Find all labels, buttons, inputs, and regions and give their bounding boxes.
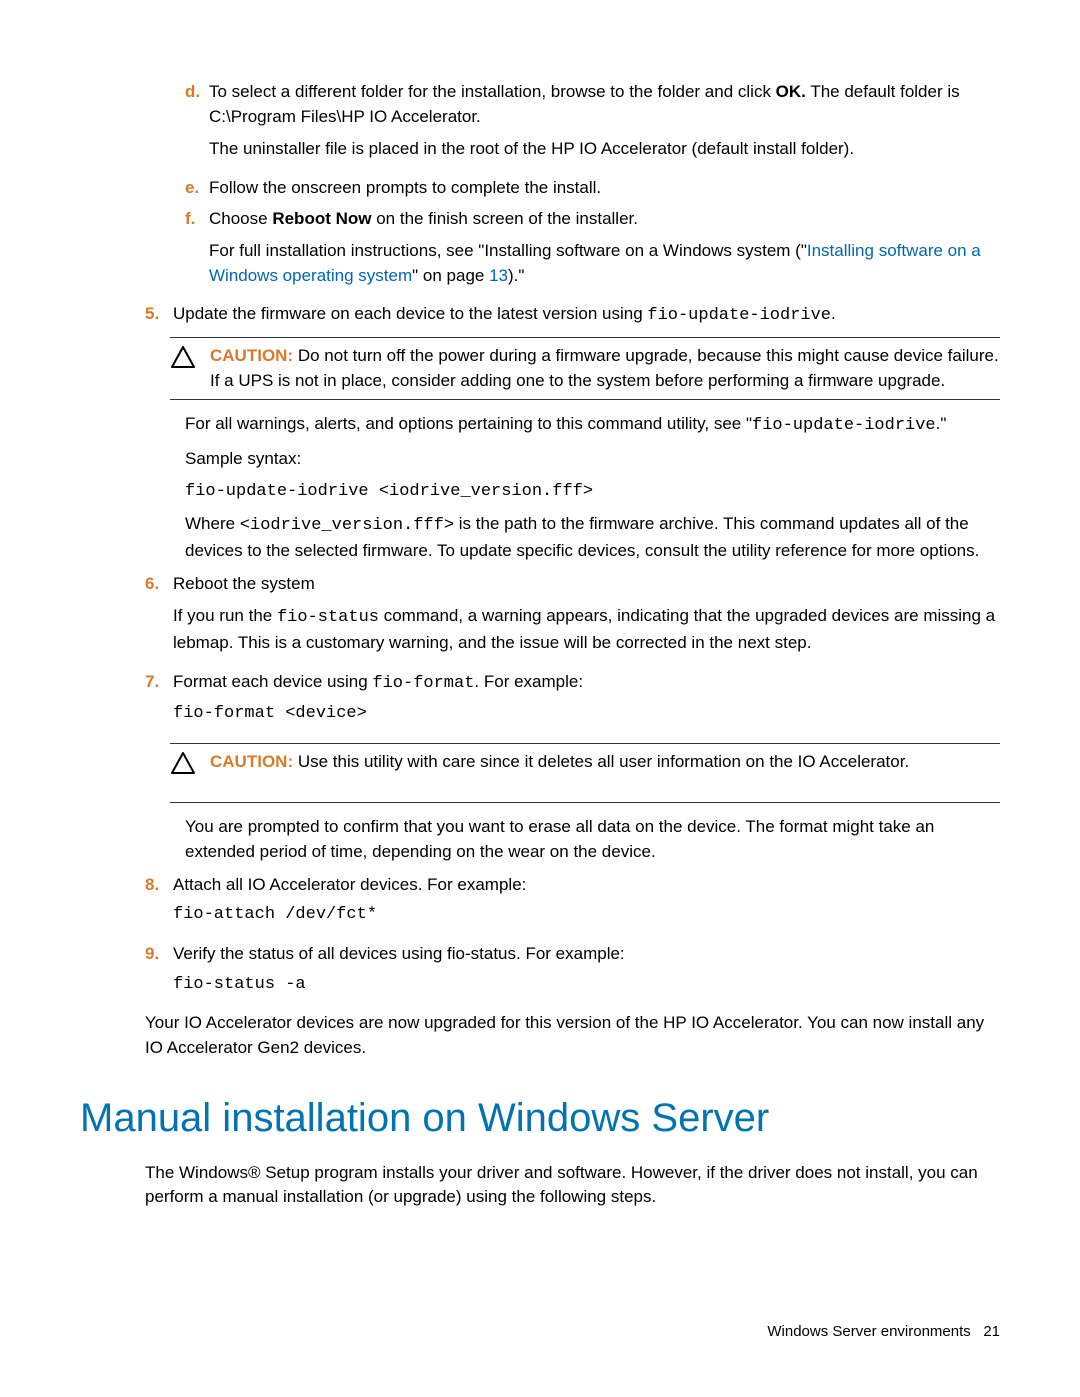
page-footer: Windows Server environments 21: [767, 1321, 1000, 1343]
caution-1-body: Do not turn off the power during a firmw…: [210, 346, 999, 390]
step-marker-5: 5.: [145, 302, 173, 327]
substep-d-line2: The uninstaller file is placed in the ro…: [209, 137, 1000, 162]
step-5-text: Update the firmware on each device to th…: [173, 302, 1000, 329]
s7-code: fio-format: [372, 674, 474, 693]
document-page: d. To select a different folder for the …: [0, 0, 1080, 1397]
caution-1-text: CAUTION: Do not turn off the power durin…: [210, 344, 1000, 393]
caution-1: CAUTION: Do not turn off the power durin…: [170, 337, 1000, 400]
substep-f: f. Choose Reboot Now on the finish scree…: [185, 207, 1000, 297]
s5b-l4-pre: Where: [185, 514, 240, 533]
substep-d: d. To select a different folder for the …: [185, 80, 1000, 170]
caution-2-label: CAUTION:: [210, 752, 293, 771]
step-9-code: fio-status -a: [173, 973, 1000, 998]
caution-2-text: CAUTION: Use this utility with care sinc…: [210, 750, 1000, 775]
caution-1-label: CAUTION:: [210, 346, 293, 365]
step-8-code: fio-attach /dev/fct*: [173, 903, 1000, 928]
s6-body-pre: If you run the: [173, 606, 277, 625]
substep-d-text-pre: To select a different folder for the ins…: [209, 82, 776, 101]
s9-line: Verify the status of all devices using f…: [173, 944, 625, 963]
substep-f-post: on the finish screen of the installer.: [371, 209, 638, 228]
closing-paragraph: Your IO Accelerator devices are now upgr…: [145, 1011, 1000, 1060]
step-marker-8: 8.: [145, 873, 173, 898]
step-5-body-l1: For all warnings, alerts, and options pe…: [185, 412, 1000, 439]
step-marker-9: 9.: [145, 942, 173, 967]
substep-marker-d: d.: [185, 80, 209, 105]
substep-f-pre: Choose: [209, 209, 272, 228]
step-5-pre: Update the firmware on each device to th…: [173, 304, 647, 323]
caution-2: CAUTION: Use this utility with care sinc…: [170, 743, 1000, 803]
link-page-13[interactable]: 13: [489, 266, 508, 285]
s5b-l1-post: .": [936, 414, 947, 433]
warning-triangle-icon: [170, 346, 196, 368]
s5b-l4-code: <iodrive_version.fff>: [240, 516, 454, 535]
caution-2-body: Use this utility with care since it dele…: [293, 752, 909, 771]
step-6: 6. Reboot the system If you run the fio-…: [145, 572, 1000, 664]
step-5-body-l3: fio-update-iodrive <iodrive_version.fff>: [185, 480, 1000, 505]
substep-f-l2-end: ).": [508, 266, 524, 285]
step-5-body-l4: Where <iodrive_version.fff> is the path …: [185, 512, 1000, 563]
step-8-text: Attach all IO Accelerator devices. For e…: [173, 873, 1000, 936]
caution-2-rule: [170, 802, 1000, 803]
step-marker-7: 7.: [145, 670, 173, 695]
section-body: The Windows® Setup program installs your…: [145, 1161, 1000, 1210]
substep-f-l2-mid: " on page: [412, 266, 489, 285]
step-7: 7. Format each device using fio-format. …: [145, 670, 1000, 735]
substep-e-text: Follow the onscreen prompts to complete …: [209, 176, 1000, 201]
section-title: Manual installation on Windows Server: [80, 1089, 1000, 1147]
warning-triangle-icon: [170, 752, 196, 774]
substep-e: e. Follow the onscreen prompts to comple…: [185, 176, 1000, 201]
substep-d-bold: OK.: [776, 82, 806, 101]
s5b-l1-code: fio-update-iodrive: [752, 416, 936, 435]
substep-marker-f: f.: [185, 207, 209, 232]
s7-post: . For example:: [474, 672, 583, 691]
step-9-text: Verify the status of all devices using f…: [173, 942, 1000, 1005]
step-6-text: Reboot the system If you run the fio-sta…: [173, 572, 1000, 664]
s5b-l1-pre: For all warnings, alerts, and options pe…: [185, 414, 752, 433]
footer-page-number: 21: [983, 1323, 1000, 1340]
step-5-body-l2: Sample syntax:: [185, 447, 1000, 472]
step-6-body: If you run the fio-status command, a war…: [173, 604, 1000, 655]
caution-box-1: CAUTION: Do not turn off the power durin…: [170, 337, 1000, 400]
substep-marker-e: e.: [185, 176, 209, 201]
step-6-line: Reboot the system: [173, 574, 315, 593]
s7-pre: Format each device using: [173, 672, 372, 691]
step-8: 8. Attach all IO Accelerator devices. Fo…: [145, 873, 1000, 936]
footer-text: Windows Server environments: [767, 1323, 970, 1340]
step-5-post: .: [831, 304, 836, 323]
substep-d-text: To select a different folder for the ins…: [209, 80, 1000, 170]
step-9: 9. Verify the status of all devices usin…: [145, 942, 1000, 1005]
step-7-code-line: fio-format <device>: [173, 702, 1000, 727]
step-7-body: You are prompted to confirm that you wan…: [185, 815, 1000, 864]
s6-body-code: fio-status: [277, 608, 379, 627]
s8-line: Attach all IO Accelerator devices. For e…: [173, 875, 526, 894]
substep-f-l2-pre: For full installation instructions, see …: [209, 241, 807, 260]
step-5: 5. Update the firmware on each device to…: [145, 302, 1000, 329]
substep-f-text: Choose Reboot Now on the finish screen o…: [209, 207, 1000, 297]
caution-box-2: CAUTION: Use this utility with care sinc…: [170, 743, 1000, 803]
step-marker-6: 6.: [145, 572, 173, 597]
substep-f-bold: Reboot Now: [272, 209, 371, 228]
step-7-text: Format each device using fio-format. For…: [173, 670, 1000, 735]
substep-f-line2: For full installation instructions, see …: [209, 239, 1000, 288]
step-5-code: fio-update-iodrive: [647, 306, 831, 325]
